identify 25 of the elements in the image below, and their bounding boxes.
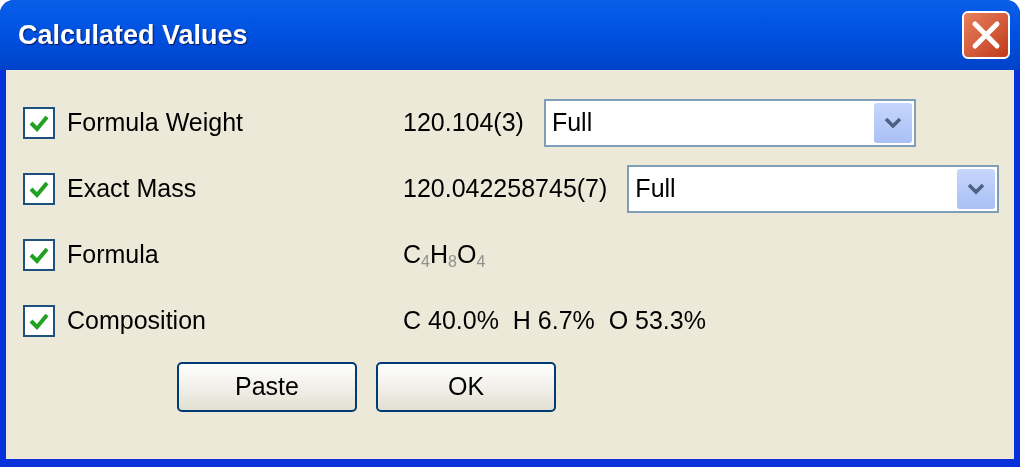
window-title: Calculated Values — [18, 18, 248, 52]
check-icon — [28, 311, 50, 331]
dropdown[interactable]: Full — [543, 99, 916, 147]
check-icon — [28, 113, 50, 133]
dropdown[interactable]: Full — [627, 165, 1000, 213]
dialog-button[interactable]: Paste — [177, 362, 357, 412]
checkbox[interactable] — [23, 239, 55, 271]
check-icon — [28, 179, 50, 199]
option-label: Formula Weight — [67, 107, 243, 139]
option-label: Formula — [67, 239, 159, 271]
checkbox[interactable] — [23, 107, 55, 139]
value-text: C 40.0% H 6.7% O 53.3% — [403, 305, 706, 337]
check-icon — [28, 245, 50, 265]
dropdown-value: Full — [551, 107, 593, 139]
close-button[interactable] — [962, 11, 1010, 59]
dialog-button[interactable]: OK — [376, 362, 556, 412]
close-icon — [971, 20, 1001, 50]
value-text: 120.104(3) — [403, 107, 524, 139]
dropdown-value: Full — [635, 173, 676, 205]
value-text: C$_{4}$H$_{8}$O$_{4}$ — [403, 239, 486, 273]
checkbox[interactable] — [23, 173, 55, 205]
option-label: Exact Mass — [67, 173, 197, 205]
checkbox[interactable] — [23, 305, 55, 337]
option-label: Composition — [67, 305, 206, 337]
value-text: 120.042258745(7) — [403, 173, 608, 205]
